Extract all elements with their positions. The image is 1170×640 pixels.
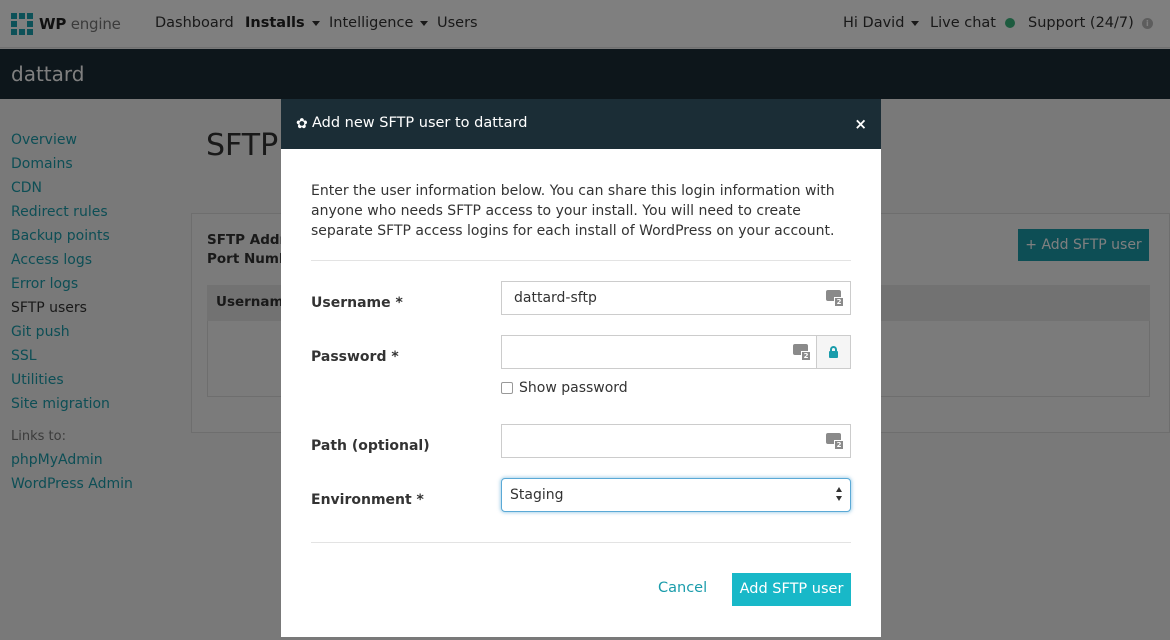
show-password-row[interactable]: Show password — [501, 380, 628, 396]
password-manager-icon[interactable]: 2 — [793, 344, 811, 361]
path-input[interactable]: 2 — [501, 424, 851, 458]
generate-password-button[interactable] — [817, 335, 851, 369]
environment-label: Environment * — [311, 492, 424, 508]
divider — [311, 542, 851, 543]
password-label: Password * — [311, 349, 399, 365]
show-password-label[interactable]: Show password — [519, 380, 628, 396]
modal-intro-text: Enter the user information below. You ca… — [311, 183, 835, 239]
gear-icon: ✿ — [296, 116, 308, 132]
path-label: Path (optional) — [311, 438, 430, 454]
add-sftp-user-button[interactable]: Add SFTP user — [732, 573, 851, 606]
select-arrows-icon — [836, 487, 844, 503]
environment-select[interactable]: Staging — [501, 478, 851, 512]
add-sftp-user-modal: ✿ Add new SFTP user to dattard × Enter t… — [281, 99, 881, 637]
divider — [311, 260, 851, 261]
username-label: Username * — [311, 295, 403, 311]
password-input[interactable]: 2 — [501, 335, 817, 369]
show-password-checkbox[interactable] — [501, 382, 513, 394]
password-manager-icon[interactable]: 2 — [826, 433, 844, 450]
modal-header: ✿ Add new SFTP user to dattard × — [281, 99, 881, 149]
close-icon[interactable]: × — [854, 115, 867, 133]
cancel-button[interactable]: Cancel — [658, 580, 707, 596]
password-manager-icon[interactable]: 2 — [826, 290, 844, 307]
modal-title: Add new SFTP user to dattard — [312, 115, 528, 131]
username-input[interactable]: dattard-sftp 2 — [501, 281, 851, 315]
